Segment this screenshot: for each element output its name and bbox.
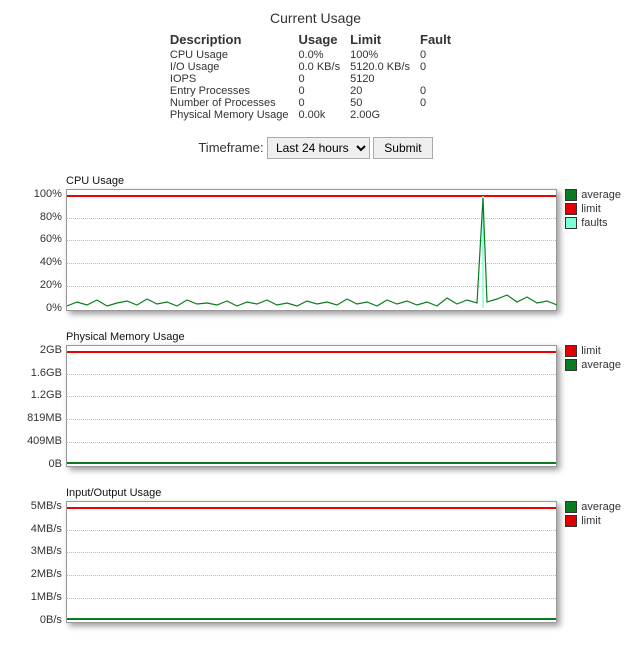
legend-swatch-icon [565, 501, 577, 513]
table-row: IOPS05120 [170, 73, 461, 85]
chart-io-axis: 5MB/s 4MB/s 3MB/s 2MB/s 1MB/s 0B/s [10, 501, 66, 621]
timeframe-select[interactable]: Last 24 hours [267, 137, 370, 159]
col-fault: Fault [420, 30, 461, 49]
col-usage: Usage [299, 30, 351, 49]
chart-io-title: Input/Output Usage [66, 487, 621, 499]
col-limit: Limit [350, 30, 420, 49]
chart-io: Input/Output Usage 5MB/s 4MB/s 3MB/s 2MB… [10, 487, 621, 623]
legend-swatch-icon [565, 345, 577, 357]
legend-swatch-icon [565, 515, 577, 527]
legend-swatch-icon [565, 359, 577, 371]
controls-bar: Timeframe: Last 24 hours Submit [10, 137, 621, 159]
chart-cpu-plot [66, 189, 557, 311]
chart-cpu-legend: average limit faults [565, 189, 621, 231]
col-description: Description [170, 30, 299, 49]
chart-mem-axis: 2GB 1.6GB 1.2GB 819MB 409MB 0B [10, 345, 66, 465]
usage-table: Description Usage Limit Fault CPU Usage0… [170, 30, 461, 121]
chart-mem: Physical Memory Usage 2GB 1.6GB 1.2GB 81… [10, 331, 621, 467]
table-row: Entry Processes0200 [170, 85, 461, 97]
table-row: CPU Usage0.0%100%0 [170, 49, 461, 61]
chart-cpu-axis: 100% 80% 60% 40% 20% 0% [10, 189, 66, 309]
chart-mem-legend: limit average [565, 345, 621, 373]
chart-io-plot [66, 501, 557, 623]
chart-cpu-title: CPU Usage [66, 175, 621, 187]
chart-mem-title: Physical Memory Usage [66, 331, 621, 343]
chart-mem-plot [66, 345, 557, 467]
legend-swatch-icon [565, 217, 577, 229]
chart-io-legend: average limit [565, 501, 621, 529]
timeframe-label: Timeframe: [198, 140, 263, 155]
table-row: Physical Memory Usage0.00k2.00G [170, 109, 461, 121]
chart-cpu: CPU Usage 100% 80% 60% 40% 20% 0% averag… [10, 175, 621, 311]
table-row: Number of Processes0500 [170, 97, 461, 109]
submit-button[interactable]: Submit [373, 137, 432, 159]
legend-swatch-icon [565, 189, 577, 201]
table-row: I/O Usage0.0 KB/s5120.0 KB/s0 [170, 61, 461, 73]
page-title: Current Usage [10, 10, 621, 26]
legend-swatch-icon [565, 203, 577, 215]
